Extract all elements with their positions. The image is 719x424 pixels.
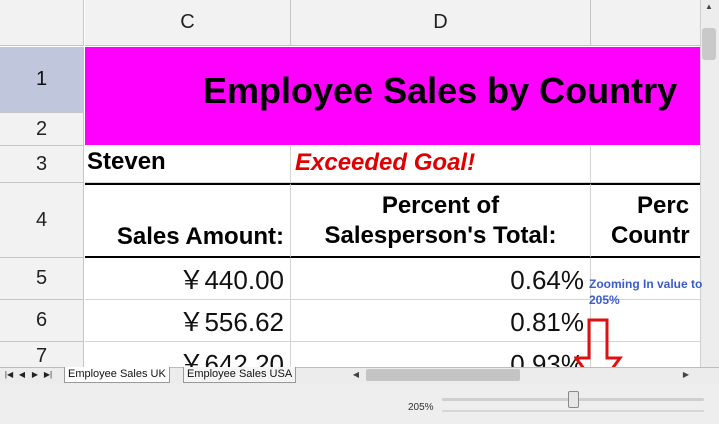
pct-country-line2: Countr xyxy=(611,222,690,249)
horizontal-scroll-thumb[interactable] xyxy=(366,369,520,381)
first-sheet-icon[interactable]: |◀ xyxy=(4,369,14,381)
select-all-corner[interactable] xyxy=(0,0,84,46)
status-bar xyxy=(0,384,719,424)
row-header-4[interactable]: 4 xyxy=(0,183,84,258)
cell-e3[interactable] xyxy=(591,146,700,183)
spreadsheet-grid[interactable]: C D 1 2 3 4 5 6 7 Employee Sales by Coun… xyxy=(0,0,700,367)
pct-cell[interactable]: 0.93% xyxy=(291,342,591,367)
sales-amount-cell[interactable]: ￥556.62 xyxy=(85,300,291,342)
vertical-scroll-thumb[interactable] xyxy=(702,28,716,60)
prev-sheet-icon[interactable]: ◀ xyxy=(17,369,27,381)
pct-salesperson-line1: Percent of xyxy=(381,192,500,219)
row-header-1[interactable]: 1 xyxy=(0,47,84,113)
pct-salesperson-header[interactable]: Percent of Salesperson's Total: xyxy=(291,183,591,258)
sheet-tab-uk[interactable]: Employee Sales UK xyxy=(64,367,170,383)
pct-cell[interactable]: 0.64% xyxy=(291,258,591,300)
zoom-slider-knob[interactable] xyxy=(568,391,579,408)
pct-salesperson-line2: Salesperson's Total: xyxy=(324,222,557,249)
sales-amount-cell[interactable]: ￥440.00 xyxy=(85,258,291,300)
scroll-right-icon[interactable]: ▶ xyxy=(680,369,692,381)
row-header-2[interactable]: 2 xyxy=(0,113,84,146)
pct-cell[interactable]: 0.81% xyxy=(291,300,591,342)
column-header-e[interactable] xyxy=(591,0,700,46)
row-header-5[interactable]: 5 xyxy=(0,258,84,300)
sales-amount-cell[interactable]: ￥642.20 xyxy=(85,342,291,367)
zoom-level-label: 205% xyxy=(408,402,434,413)
status-cell[interactable]: Exceeded Goal! xyxy=(291,146,591,183)
row-header-7[interactable]: 7 xyxy=(0,342,84,367)
zoom-annotation: Zooming In value to 205% xyxy=(589,277,703,307)
scroll-left-icon[interactable]: ◀ xyxy=(351,369,361,381)
row-header-3[interactable]: 3 xyxy=(0,146,84,183)
sheet-tab-usa[interactable]: Employee Sales USA xyxy=(183,367,297,383)
column-header-c[interactable]: C xyxy=(85,0,291,46)
salesperson-cell[interactable]: Steven xyxy=(85,146,291,183)
sales-amount-header[interactable]: Sales Amount: xyxy=(85,183,291,258)
zoom-slider-baseline xyxy=(442,410,704,412)
sheet-title: Employee Sales by Country xyxy=(203,70,678,111)
scroll-up-icon[interactable]: ▲ xyxy=(702,2,716,16)
last-sheet-icon[interactable]: ▶| xyxy=(43,369,53,381)
next-sheet-icon[interactable]: ▶ xyxy=(30,369,40,381)
column-header-d[interactable]: D xyxy=(291,0,591,46)
row-header-6[interactable]: 6 xyxy=(0,300,84,342)
pct-country-header[interactable]: Perc Countr xyxy=(591,183,700,258)
pct-country-line1: Perc xyxy=(637,192,690,219)
